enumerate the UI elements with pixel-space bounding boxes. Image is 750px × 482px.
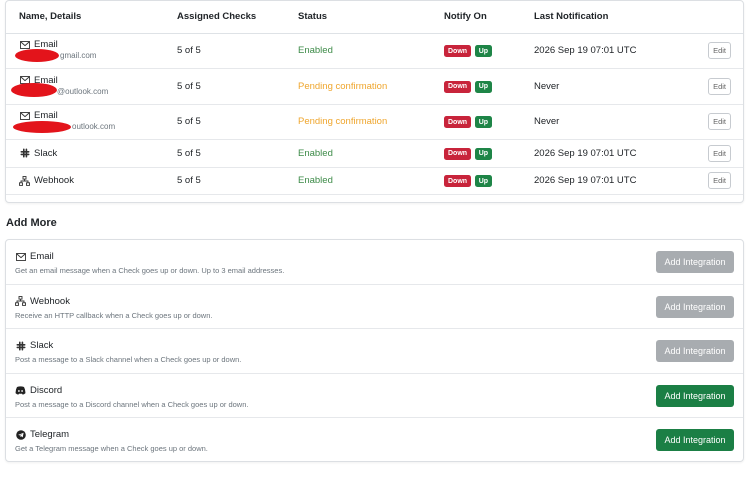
add-item-name: Discord	[30, 384, 63, 396]
add-item-slack: Slack Post a message to a Slack channel …	[6, 329, 743, 374]
integration-name: Webhook	[34, 175, 74, 187]
add-item-description: Receive an HTTP callback when a Check go…	[15, 310, 213, 320]
edit-button[interactable]: Edit	[708, 77, 731, 95]
redaction-mark	[13, 121, 71, 134]
redaction-mark	[11, 82, 57, 97]
redaction-mark	[15, 49, 59, 63]
down-badge: Down	[444, 116, 472, 128]
down-badge: Down	[444, 80, 472, 93]
add-more-heading: Add More	[6, 217, 57, 229]
add-item-email: Email Get an email message when a Check …	[6, 240, 743, 285]
up-badge: Up	[474, 80, 493, 93]
up-badge: Up	[474, 147, 493, 160]
last-notification: 2026 Sep 19 07:01 UTC	[534, 139, 695, 168]
up-badge: Up	[474, 45, 493, 57]
down-badge: Down	[444, 147, 472, 160]
down-badge: Down	[444, 175, 472, 187]
edit-button[interactable]: Edit	[708, 42, 731, 60]
status-text: Enabled	[298, 167, 444, 195]
last-notification: 2026 Sep 19 07:01 UTC	[534, 167, 695, 195]
integration-detail: outlook.com	[72, 122, 116, 132]
envelope-icon	[15, 251, 26, 262]
add-integration-button[interactable]: Add Integration	[656, 340, 734, 363]
status-text: Enabled	[298, 33, 444, 69]
add-item-name: Telegram	[30, 429, 70, 441]
edit-button[interactable]: Edit	[708, 113, 731, 131]
status-text: Pending confirmation	[298, 68, 444, 105]
add-integration-button[interactable]: Add Integration	[656, 384, 734, 407]
slack-icon	[19, 148, 30, 159]
last-notification: Never	[534, 104, 695, 140]
webhook-icon	[15, 296, 26, 307]
last-notification: Never	[534, 68, 695, 105]
add-item-description: Post a message to a Discord channel when…	[15, 399, 249, 409]
down-badge: Down	[444, 45, 472, 57]
add-item-description: Get a Telegram message when a Check goes…	[15, 444, 208, 454]
assigned-checks: 5 of 5	[177, 68, 298, 105]
integrations-card: Name, Details Assigned Checks Status Not…	[5, 0, 744, 203]
add-integration-button[interactable]: Add Integration	[656, 251, 734, 273]
status-text: Pending confirmation	[298, 104, 444, 140]
edit-button[interactable]: Edit	[708, 144, 731, 162]
assigned-checks: 5 of 5	[177, 167, 298, 195]
add-item-name: Email	[30, 251, 54, 262]
header-status: Status	[298, 1, 444, 34]
integration-detail: @outlook.com	[57, 86, 109, 96]
add-item-name: Slack	[30, 340, 54, 352]
table-header-row: Name, Details Assigned Checks Status Not…	[6, 1, 743, 34]
status-text: Enabled	[298, 139, 444, 168]
assigned-checks: 5 of 5	[177, 33, 298, 69]
assigned-checks: 5 of 5	[177, 139, 298, 168]
assigned-checks: 5 of 5	[177, 104, 298, 140]
integration-name: Slack	[34, 147, 58, 159]
add-item-discord: Discord Post a message to a Discord chan…	[6, 374, 743, 419]
discord-icon	[15, 385, 26, 396]
table-row: Email outlook.com 5 of 5 Pending confirm…	[6, 104, 743, 140]
integrations-table: Name, Details Assigned Checks Status Not…	[6, 1, 743, 195]
header-last-notification: Last Notification	[534, 1, 695, 34]
add-item-webhook: Webhook Receive an HTTP callback when a …	[6, 285, 743, 330]
add-item-telegram: Telegram Get a Telegram message when a C…	[6, 418, 743, 463]
last-notification: 2026 Sep 19 07:01 UTC	[534, 33, 695, 69]
edit-button[interactable]: Edit	[708, 172, 731, 190]
integration-detail: gmail.com	[60, 51, 97, 61]
table-row: Slack 5 of 5 Enabled Down Up 2026 Sep 19…	[6, 139, 743, 168]
add-item-description: Post a message to a Slack channel when a…	[15, 355, 242, 365]
header-assigned-checks: Assigned Checks	[177, 1, 298, 34]
add-item-description: Get an email message when a Check goes u…	[15, 266, 285, 275]
telegram-icon	[15, 429, 26, 440]
table-row: Email @outlook.com 5 of 5 Pending confir…	[6, 68, 743, 105]
slack-icon	[15, 340, 26, 351]
integration-name: Email	[34, 110, 58, 122]
envelope-icon	[19, 110, 30, 121]
add-integration-button[interactable]: Add Integration	[656, 295, 734, 318]
add-item-name: Webhook	[30, 295, 70, 307]
table-row: Webhook 5 of 5 Enabled Down Up 2026 Sep …	[6, 167, 743, 195]
webhook-icon	[19, 175, 30, 186]
header-name: Name, Details	[6, 1, 177, 34]
add-more-card: Email Get an email message when a Check …	[5, 239, 744, 462]
up-badge: Up	[474, 116, 493, 128]
header-notify-on: Notify On	[444, 1, 534, 34]
up-badge: Up	[474, 175, 493, 187]
add-integration-button[interactable]: Add Integration	[656, 429, 734, 452]
table-row: Email gmail.com 5 of 5 Enabled Down Up 2…	[6, 33, 743, 69]
